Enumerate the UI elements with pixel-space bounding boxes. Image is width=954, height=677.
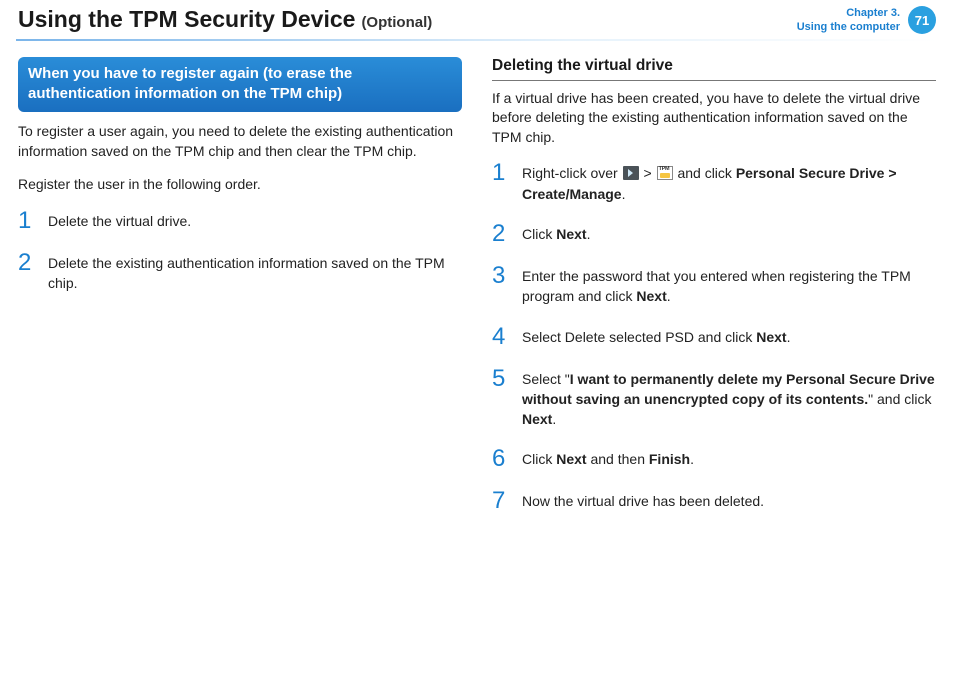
left-column: When you have to register again (to eras…: [18, 57, 462, 532]
callout-box: When you have to register again (to eras…: [18, 57, 462, 113]
bold-text: Next: [636, 288, 666, 304]
text: .: [690, 451, 694, 467]
left-intro-2: Register the user in the following order…: [18, 175, 462, 195]
right-step: 1 Right-click over > and click Personal …: [492, 161, 936, 204]
step-number: 1: [18, 209, 36, 233]
right-step: 6 Click Next and then Finish.: [492, 447, 936, 471]
tpm-icon: [657, 166, 673, 180]
text: .: [787, 329, 791, 345]
text: and then: [587, 451, 649, 467]
step-text: Now the virtual drive has been deleted.: [522, 489, 764, 513]
chapter-line2: Using the computer: [797, 20, 900, 34]
step-number: 3: [492, 264, 510, 307]
header-rule: [16, 39, 938, 41]
text: .: [587, 226, 591, 242]
step-text: Right-click over > and click Personal Se…: [522, 161, 936, 204]
step-number: 4: [492, 325, 510, 349]
chapter-text: Chapter 3. Using the computer: [797, 6, 900, 35]
right-step: 7 Now the virtual drive has been deleted…: [492, 489, 936, 513]
left-step: 1 Delete the virtual drive.: [18, 209, 462, 233]
text: Select Delete selected PSD and click: [522, 329, 756, 345]
title-group: Using the TPM Security Device (Optional): [18, 6, 432, 33]
step-text: Select Delete selected PSD and click Nex…: [522, 325, 790, 349]
text: and click: [674, 165, 736, 181]
right-step: 5 Select "I want to permanently delete m…: [492, 367, 936, 430]
right-column: Deleting the virtual drive If a virtual …: [492, 57, 936, 532]
step-text: Enter the password that you entered when…: [522, 264, 936, 307]
text: .: [667, 288, 671, 304]
chapter-block: Chapter 3. Using the computer 71: [797, 6, 936, 35]
step-number: 5: [492, 367, 510, 430]
chapter-line1: Chapter 3.: [797, 6, 900, 20]
step-number: 7: [492, 489, 510, 513]
bold-text: Next: [756, 329, 786, 345]
bold-text: Next: [556, 226, 586, 242]
step-number: 1: [492, 161, 510, 204]
right-step: 2 Click Next.: [492, 222, 936, 246]
step-text: Click Next.: [522, 222, 590, 246]
text: Click: [522, 451, 556, 467]
bold-text: Finish: [649, 451, 690, 467]
step-number: 2: [492, 222, 510, 246]
text: Select ": [522, 371, 570, 387]
text: .: [552, 411, 556, 427]
left-step: 2 Delete the existing authentication inf…: [18, 251, 462, 294]
text: " and click: [868, 391, 931, 407]
tray-arrow-icon: [623, 166, 639, 180]
text: Right-click over: [522, 165, 622, 181]
text: Click: [522, 226, 556, 242]
text: >: [640, 165, 656, 181]
right-step: 3 Enter the password that you entered wh…: [492, 264, 936, 307]
step-number: 2: [18, 251, 36, 294]
right-step: 4 Select Delete selected PSD and click N…: [492, 325, 936, 349]
title-optional: (Optional): [361, 14, 432, 31]
step-text: Delete the existing authentication infor…: [48, 251, 462, 294]
text: .: [622, 186, 626, 202]
step-text: Click Next and then Finish.: [522, 447, 694, 471]
bold-text: Next: [556, 451, 586, 467]
right-intro: If a virtual drive has been created, you…: [492, 89, 936, 148]
content-columns: When you have to register again (to eras…: [0, 57, 954, 532]
page-header: Using the TPM Security Device (Optional)…: [0, 0, 954, 39]
step-text: Delete the virtual drive.: [48, 209, 191, 233]
page-title: Using the TPM Security Device: [18, 6, 355, 33]
step-text: Select "I want to permanently delete my …: [522, 367, 936, 430]
text: Enter the password that you entered when…: [522, 268, 911, 304]
left-intro-1: To register a user again, you need to de…: [18, 122, 462, 161]
page-number-badge: 71: [908, 6, 936, 34]
bold-text: Next: [522, 411, 552, 427]
step-number: 6: [492, 447, 510, 471]
right-subheading: Deleting the virtual drive: [492, 57, 936, 81]
